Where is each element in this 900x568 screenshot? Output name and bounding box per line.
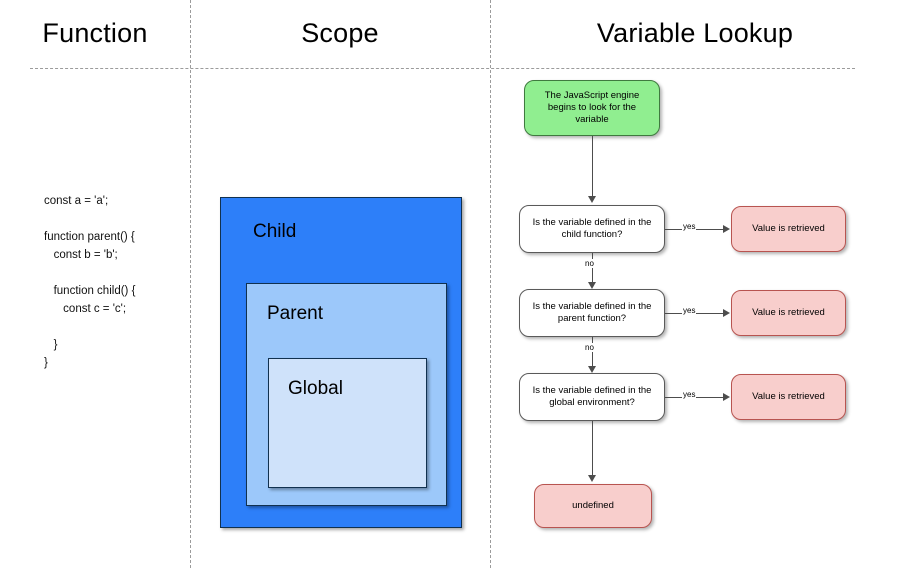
connector-start-to-child	[592, 136, 593, 198]
flow-node-result-parent: Value is retrieved	[731, 290, 846, 336]
edge-label-global-yes: yes	[682, 390, 697, 399]
arrow-child-no	[588, 282, 596, 289]
edge-label-parent-no: no	[584, 343, 595, 352]
flow-node-global-check-label: Is the variable defined in the global en…	[532, 385, 652, 408]
connector-parent-no	[592, 337, 593, 368]
arrow-start-to-child	[588, 196, 596, 203]
edge-label-parent-yes: yes	[682, 306, 697, 315]
flow-node-result-global-label: Value is retrieved	[752, 391, 825, 402]
scope-label-parent: Parent	[267, 303, 323, 324]
column-title-function: Function	[42, 18, 148, 48]
flow-node-child-check-label: Is the variable defined in the child fun…	[532, 217, 652, 240]
edge-label-child-yes: yes	[682, 222, 697, 231]
divider-function-scope	[190, 0, 191, 568]
arrow-global-no	[588, 475, 596, 482]
arrow-parent-yes	[723, 309, 730, 317]
connector-global-no	[592, 421, 593, 477]
flow-node-global-check: Is the variable defined in the global en…	[519, 373, 665, 421]
flow-node-result-child: Value is retrieved	[731, 206, 846, 252]
flow-node-result-parent-label: Value is retrieved	[752, 307, 825, 318]
column-title-scope: Scope	[301, 18, 379, 48]
flow-node-start-label: The JavaScript engine begins to look for…	[544, 90, 640, 125]
flow-node-undefined: undefined	[534, 484, 652, 528]
edge-label-child-no: no	[584, 259, 595, 268]
arrow-global-yes	[723, 393, 730, 401]
scope-label-child: Child	[253, 221, 297, 242]
flow-node-child-check: Is the variable defined in the child fun…	[519, 205, 665, 253]
arrow-parent-no	[588, 366, 596, 373]
scope-label-global: Global	[288, 378, 343, 399]
flow-node-start: The JavaScript engine begins to look for…	[524, 80, 660, 136]
flow-node-undefined-label: undefined	[572, 500, 614, 511]
divider-header-row	[30, 68, 855, 69]
column-title-variable-lookup: Variable Lookup	[596, 18, 794, 48]
arrow-child-yes	[723, 225, 730, 233]
connector-child-no	[592, 253, 593, 284]
flow-node-parent-check: Is the variable defined in the parent fu…	[519, 289, 665, 337]
code-block: const a = 'a'; function parent() { const…	[44, 195, 136, 369]
flow-node-result-child-label: Value is retrieved	[752, 223, 825, 234]
flow-node-parent-check-label: Is the variable defined in the parent fu…	[532, 301, 652, 324]
flow-node-result-global: Value is retrieved	[731, 374, 846, 420]
divider-scope-lookup	[490, 0, 491, 568]
